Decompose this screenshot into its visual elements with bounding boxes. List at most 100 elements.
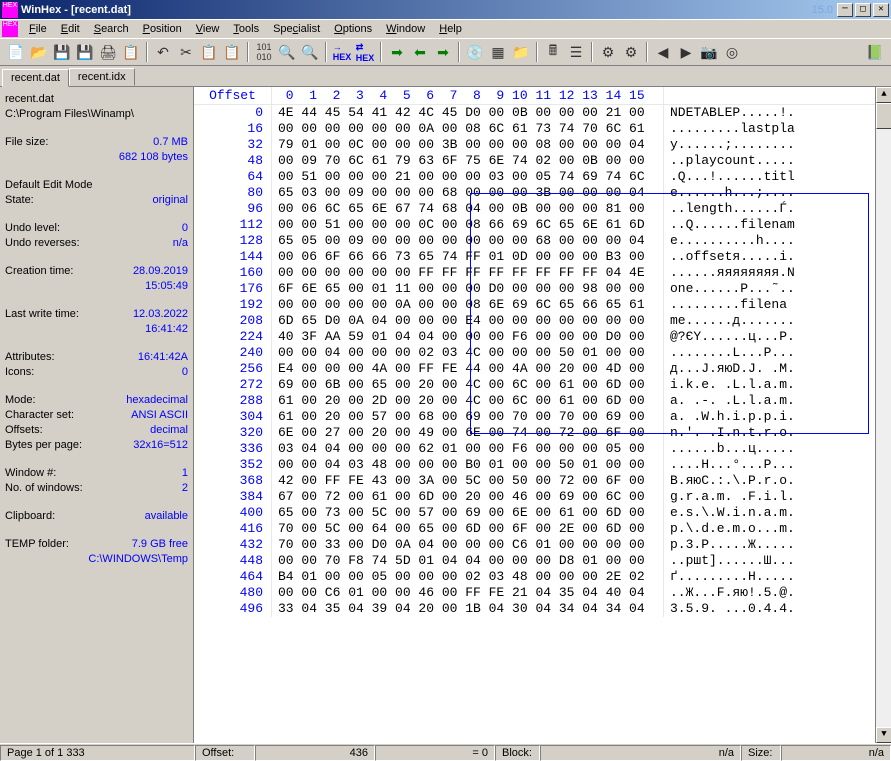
hex-row[interactable]: 27269 00 6B 00 65 00 20 00 4C 00 6C 00 6…	[194, 377, 891, 393]
bytes-cell[interactable]: 6F 6E 65 00 01 11 00 00 00 D0 00 00 00 9…	[272, 281, 664, 297]
copy-icon[interactable]: 📋	[199, 42, 219, 62]
options-icon[interactable]: ⚙	[621, 42, 641, 62]
bytes-cell[interactable]: 00 00 04 03 48 00 00 00 B0 01 00 00 50 0…	[272, 457, 664, 473]
hex-row[interactable]: 12865 05 00 09 00 00 00 00 00 00 00 68 0…	[194, 233, 891, 249]
analysis-icon[interactable]: ⚙	[598, 42, 618, 62]
menu-view[interactable]: View	[189, 21, 227, 37]
find-text-icon[interactable]: 🔍	[300, 42, 320, 62]
hex-row[interactable]: 16000 00 00 00 00 00 FF FF FF FF FF FF F…	[194, 265, 891, 281]
goto-hex-icon[interactable]: →HEX	[332, 42, 352, 62]
ascii-cell[interactable]: ..playcount.....	[664, 153, 891, 169]
bytes-cell[interactable]: 4E 44 45 54 41 42 4C 45 D0 00 0B 00 00 0…	[272, 105, 664, 121]
hex-row[interactable]: 11200 00 51 00 00 00 0C 00 08 66 69 6C 6…	[194, 217, 891, 233]
ascii-cell[interactable]: n.'. .I.n.t.r.o.	[664, 425, 891, 441]
hex-row[interactable]: 2086D 65 D0 0A 04 00 00 00 E4 00 00 00 0…	[194, 313, 891, 329]
menu-search[interactable]: Search	[87, 21, 136, 37]
bytes-cell[interactable]: 03 04 04 00 00 00 62 01 00 00 F6 00 00 0…	[272, 441, 664, 457]
interpret-icon[interactable]: ☰	[566, 42, 586, 62]
undo-icon[interactable]: ↶	[153, 42, 173, 62]
hex-row[interactable]: 19200 00 00 00 00 0A 00 00 08 6E 69 6C 6…	[194, 297, 891, 313]
bytes-cell[interactable]: 00 00 51 00 00 00 0C 00 08 66 69 6C 65 6…	[272, 217, 664, 233]
hex-body[interactable]: 04E 44 45 54 41 42 4C 45 D0 00 0B 00 00 …	[194, 105, 891, 725]
bytes-cell[interactable]: 00 00 04 00 00 00 02 03 4C 00 00 00 50 0…	[272, 345, 664, 361]
hex-row[interactable]: 48000 00 C6 01 00 00 46 00 FF FE 21 04 3…	[194, 585, 891, 601]
maximize-button[interactable]: □	[855, 3, 871, 17]
bytes-cell[interactable]: 70 00 5C 00 64 00 65 00 6D 00 6F 00 2E 0…	[272, 521, 664, 537]
menu-file[interactable]: File	[22, 21, 54, 37]
menu-options[interactable]: Options	[327, 21, 379, 37]
hex-row[interactable]: 4800 09 70 6C 61 79 63 6F 75 6E 74 02 00…	[194, 153, 891, 169]
hex-row[interactable]: 8065 03 00 09 00 00 00 68 00 00 00 3B 00…	[194, 185, 891, 201]
bpp-value[interactable]: 32x16=512	[133, 438, 188, 452]
goto-icon[interactable]: ➡	[387, 42, 407, 62]
ascii-cell[interactable]: ..offsetя.....і.	[664, 249, 891, 265]
save-icon[interactable]: 💾	[52, 42, 72, 62]
ascii-cell[interactable]: д...J.яюD.J. .M.	[664, 361, 891, 377]
scroll-down-button[interactable]: ▼	[876, 727, 891, 743]
ascii-cell[interactable]: ..length......Ѓ.	[664, 201, 891, 217]
hex-row[interactable]: 6400 51 00 00 00 21 00 00 00 03 00 05 74…	[194, 169, 891, 185]
bytes-cell[interactable]: 00 00 C6 01 00 00 46 00 FF FE 21 04 35 0…	[272, 585, 664, 601]
hex-row[interactable]: 14400 06 6F 66 66 73 65 74 FF 01 0D 00 0…	[194, 249, 891, 265]
ascii-cell[interactable]: i.k.e. .L.l.a.m.	[664, 377, 891, 393]
bytes-cell[interactable]: 00 06 6C 65 6E 67 74 68 04 00 0B 00 00 0…	[272, 201, 664, 217]
hex-row[interactable]: 41670 00 5C 00 64 00 65 00 6D 00 6F 00 2…	[194, 521, 891, 537]
bytes-cell[interactable]: 79 01 00 0C 00 00 00 3B 00 00 00 08 00 0…	[272, 137, 664, 153]
bytes-cell[interactable]: 65 03 00 09 00 00 00 68 00 00 00 3B 00 0…	[272, 185, 664, 201]
bytes-cell[interactable]: 6D 65 D0 0A 04 00 00 00 E4 00 00 00 00 0…	[272, 313, 664, 329]
menu-tools[interactable]: Tools	[226, 21, 266, 37]
hex-row[interactable]: 43270 00 33 00 D0 0A 04 00 00 00 C6 01 0…	[194, 537, 891, 553]
hex-row[interactable]: 3206E 00 27 00 20 00 49 00 6E 00 74 00 7…	[194, 425, 891, 441]
next-icon[interactable]: ▶	[676, 42, 696, 62]
ascii-cell[interactable]: p.3.Р.....Ж.....	[664, 537, 891, 553]
ascii-cell[interactable]: ......яяяяяяяя.N	[664, 265, 891, 281]
ascii-cell[interactable]: g.r.a.m. .F.i.l.	[664, 489, 891, 505]
hex-row[interactable]: 24000 00 04 00 00 00 02 03 4C 00 00 00 5…	[194, 345, 891, 361]
menu-edit[interactable]: Edit	[54, 21, 87, 37]
bytes-cell[interactable]: 00 00 00 00 00 0A 00 00 08 6E 69 6C 65 6…	[272, 297, 664, 313]
hex-row[interactable]: 22440 3F AA 59 01 04 04 00 00 00 F6 00 0…	[194, 329, 891, 345]
ascii-cell[interactable]: NDETABLEР.....!.	[664, 105, 891, 121]
bytes-cell[interactable]: E4 00 00 00 4A 00 FF FE 44 00 4A 00 20 0…	[272, 361, 664, 377]
ascii-cell[interactable]: me......д.......	[664, 313, 891, 329]
hex-row[interactable]: 40065 00 73 00 5C 00 57 00 69 00 6E 00 6…	[194, 505, 891, 521]
hex-row[interactable]: 1766F 6E 65 00 01 11 00 00 00 D0 00 00 0…	[194, 281, 891, 297]
ascii-cell[interactable]: y......;........	[664, 137, 891, 153]
bytes-cell[interactable]: 61 00 20 00 2D 00 20 00 4C 00 6C 00 61 0…	[272, 393, 664, 409]
bytes-cell[interactable]: 00 00 00 00 00 00 FF FF FF FF FF FF FF F…	[272, 265, 664, 281]
offsets-value[interactable]: decimal	[150, 423, 188, 437]
hex-row[interactable]: 1600 00 00 00 00 00 0A 00 08 6C 61 73 74…	[194, 121, 891, 137]
prev-icon[interactable]: ◀	[653, 42, 673, 62]
vertical-scrollbar[interactable]: ▲ ▼	[875, 87, 891, 743]
bytes-cell[interactable]: 00 00 70 F8 74 5D 01 04 04 00 00 00 D8 0…	[272, 553, 664, 569]
ram-icon[interactable]: ▦	[488, 42, 508, 62]
hex-row[interactable]: 44800 00 70 F8 74 5D 01 04 04 00 00 00 D…	[194, 553, 891, 569]
ascii-cell[interactable]: 3.5.9. ...0.4.4.	[664, 601, 891, 617]
ascii-cell[interactable]: ..Q......filenam	[664, 217, 891, 233]
ascii-cell[interactable]: .Q...!......titl	[664, 169, 891, 185]
column-header[interactable]: 0 1 2 3 4 5 6 7 8 9 10 11 12 13 14 15	[272, 87, 664, 104]
ascii-cell[interactable]: e.s.\.W.i.n.a.m.	[664, 505, 891, 521]
hex-row[interactable]: 28861 00 20 00 2D 00 20 00 4C 00 6C 00 6…	[194, 393, 891, 409]
hex-row[interactable]: 04E 44 45 54 41 42 4C 45 D0 00 0B 00 00 …	[194, 105, 891, 121]
bytes-cell[interactable]: 61 00 20 00 57 00 68 00 69 00 70 00 70 0…	[272, 409, 664, 425]
binary-icon[interactable]: 101010	[254, 42, 274, 62]
minimize-button[interactable]: ─	[837, 3, 853, 17]
ascii-cell[interactable]: .........filena	[664, 297, 891, 313]
cut-icon[interactable]: ✂	[176, 42, 196, 62]
hex-row[interactable]: 33603 04 04 00 00 00 62 01 00 00 F6 00 0…	[194, 441, 891, 457]
ascii-cell[interactable]: e......h...;....	[664, 185, 891, 201]
hex-row[interactable]: 35200 00 04 03 48 00 00 00 B0 01 00 00 5…	[194, 457, 891, 473]
bytes-cell[interactable]: 70 00 33 00 D0 0A 04 00 00 00 C6 01 00 0…	[272, 537, 664, 553]
mode-value[interactable]: hexadecimal	[126, 393, 188, 407]
hex-row[interactable]: 256E4 00 00 00 4A 00 FF FE 44 00 4A 00 2…	[194, 361, 891, 377]
tab-recent-idx[interactable]: recent.idx	[69, 68, 135, 86]
bytes-cell[interactable]: 40 3F AA 59 01 04 04 00 00 00 F6 00 00 0…	[272, 329, 664, 345]
print-icon[interactable]: 🖨	[98, 42, 118, 62]
bytes-cell[interactable]: 00 00 00 00 00 00 0A 00 08 6C 61 73 74 7…	[272, 121, 664, 137]
bytes-cell[interactable]: 00 06 6F 66 66 73 65 74 FF 01 0D 00 00 0…	[272, 249, 664, 265]
hex-row[interactable]: 464B4 01 00 00 05 00 00 00 02 03 48 00 0…	[194, 569, 891, 585]
close-button[interactable]: ✕	[873, 3, 889, 17]
bytes-cell[interactable]: B4 01 00 00 05 00 00 00 02 03 48 00 00 0…	[272, 569, 664, 585]
ascii-cell[interactable]: p.\.d.e.m.o...m.	[664, 521, 891, 537]
